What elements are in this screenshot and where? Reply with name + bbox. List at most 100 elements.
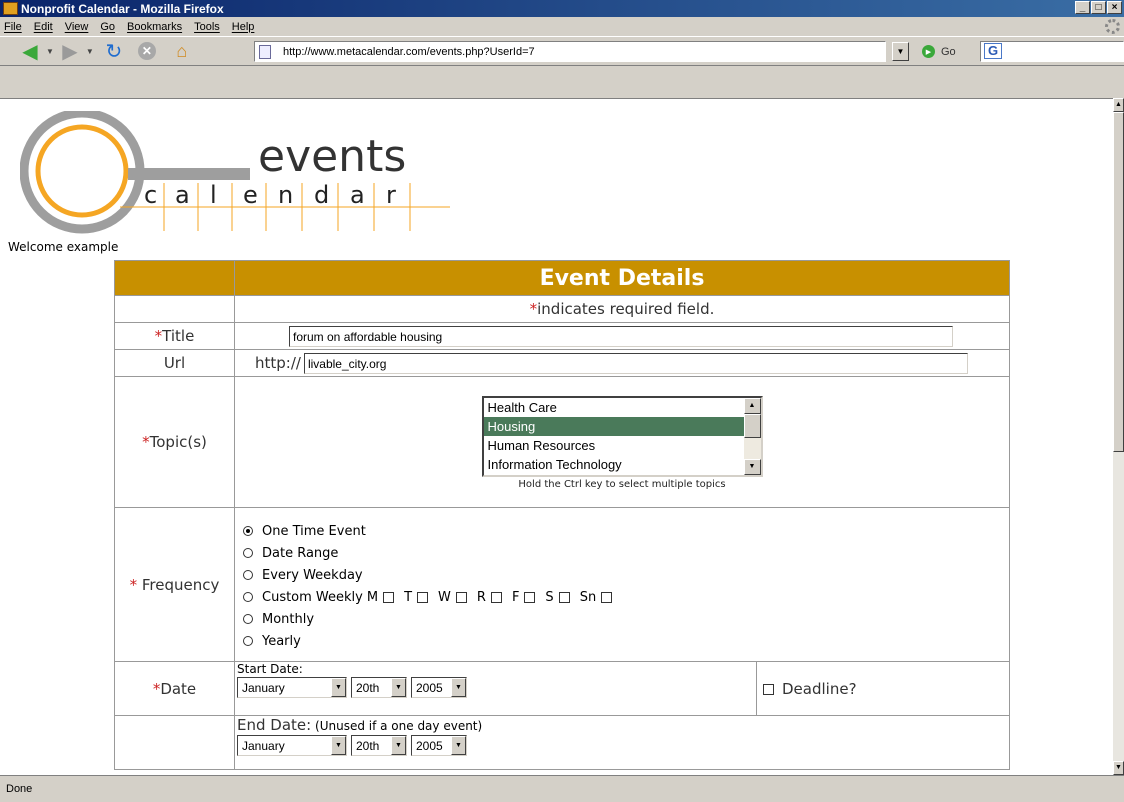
page-icon bbox=[259, 44, 271, 59]
url-prefix: http:// bbox=[255, 354, 301, 372]
menu-help[interactable]: Help bbox=[232, 21, 255, 33]
radio-icon[interactable] bbox=[243, 614, 253, 624]
dropdown-arrow-icon[interactable]: ▼ bbox=[331, 678, 346, 697]
weekday-t-label: T bbox=[404, 589, 413, 605]
radio-icon[interactable] bbox=[243, 592, 253, 602]
topic-option-housing[interactable]: Housing bbox=[483, 417, 761, 436]
end-day-select[interactable]: 20th ▼ bbox=[351, 735, 407, 756]
stop-icon[interactable]: ✕ bbox=[137, 42, 156, 60]
url-input[interactable]: livable_city.org bbox=[303, 352, 968, 374]
required-marker: * bbox=[529, 300, 538, 318]
start-year-select[interactable]: 2005 ▼ bbox=[411, 677, 467, 698]
address-dropdown-icon[interactable]: ▼ bbox=[892, 42, 909, 61]
event-details-form: Event Details *indicates required field.… bbox=[114, 260, 1010, 770]
weekday-f-label: F bbox=[511, 589, 520, 605]
window-title-bar: Nonprofit Calendar - Mozilla Firefox _ □… bbox=[0, 0, 1124, 17]
home-icon[interactable]: ⌂ bbox=[170, 39, 194, 63]
frequency-option-monthly[interactable]: Monthly bbox=[235, 608, 1009, 630]
page-content: events c a l e n d a r Welcome example E… bbox=[0, 98, 1113, 775]
date-label: *Date bbox=[114, 661, 235, 716]
go-label: Go bbox=[941, 45, 956, 58]
weekday-w-label: W bbox=[438, 589, 451, 605]
start-day-select[interactable]: 20th ▼ bbox=[351, 677, 407, 698]
menu-view[interactable]: View bbox=[65, 21, 89, 33]
frequency-option-every-weekday[interactable]: Every Weekday bbox=[235, 564, 1009, 586]
svg-text:c: c bbox=[144, 181, 157, 209]
end-year-select[interactable]: 2005 ▼ bbox=[411, 735, 467, 756]
frequency-option-date-range[interactable]: Date Range bbox=[235, 542, 1009, 564]
blank-cell bbox=[114, 715, 235, 770]
forward-history-dropdown-icon[interactable]: ▼ bbox=[86, 47, 94, 56]
menu-bar: File Edit View Go Bookmarks Tools Help bbox=[0, 17, 1124, 36]
end-month-select[interactable]: January ▼ bbox=[237, 735, 347, 756]
go-button[interactable]: ▶ Go bbox=[922, 45, 956, 58]
firefox-icon bbox=[3, 2, 18, 15]
address-url: http://www.metacalendar.com/events.php?U… bbox=[283, 45, 535, 58]
menu-file[interactable]: File bbox=[4, 21, 22, 33]
page-scroll-up-icon[interactable]: ▲ bbox=[1113, 98, 1124, 112]
menu-bookmarks[interactable]: Bookmarks bbox=[127, 21, 182, 33]
menu-go[interactable]: Go bbox=[100, 21, 115, 33]
topic-option-human-resources[interactable]: Human Resources bbox=[484, 436, 761, 455]
frequency-option-custom-weekly[interactable]: Custom Weekly M T W R F S Sn bbox=[235, 586, 1009, 608]
topic-option-health-care[interactable]: Health Care bbox=[484, 398, 761, 417]
address-bar[interactable]: http://www.metacalendar.com/events.php?U… bbox=[254, 41, 886, 62]
reload-icon[interactable]: ↻ bbox=[102, 39, 126, 63]
weekday-s-checkbox[interactable] bbox=[558, 591, 570, 603]
page-scrollbar[interactable]: ▲ ▼ bbox=[1113, 98, 1124, 775]
scroll-thumb[interactable] bbox=[743, 414, 761, 438]
form-header-title: Event Details bbox=[234, 260, 1010, 296]
radio-icon[interactable] bbox=[243, 570, 253, 580]
weekday-s-label: S bbox=[545, 589, 554, 605]
weekday-f-checkbox[interactable] bbox=[524, 591, 536, 603]
weekday-r-checkbox[interactable] bbox=[490, 591, 502, 603]
start-month-select[interactable]: January ▼ bbox=[237, 677, 347, 698]
search-input[interactable]: G bbox=[980, 41, 1124, 62]
dropdown-arrow-icon[interactable]: ▼ bbox=[331, 736, 346, 755]
weekday-r-label: R bbox=[476, 589, 486, 605]
frequency-option-one-time[interactable]: One Time Event bbox=[235, 520, 1009, 542]
page-scroll-down-icon[interactable]: ▼ bbox=[1113, 761, 1124, 775]
window-controls: _ □ × bbox=[1075, 1, 1122, 14]
radio-icon[interactable] bbox=[243, 636, 253, 646]
radio-icon[interactable] bbox=[243, 526, 253, 536]
svg-text:a: a bbox=[350, 181, 365, 209]
dropdown-arrow-icon[interactable]: ▼ bbox=[451, 678, 466, 697]
menu-edit[interactable]: Edit bbox=[34, 21, 53, 33]
back-history-dropdown-icon[interactable]: ▼ bbox=[46, 47, 54, 56]
dropdown-arrow-icon[interactable]: ▼ bbox=[391, 678, 406, 697]
menu-tools[interactable]: Tools bbox=[194, 21, 220, 33]
scroll-down-icon[interactable]: ▼ bbox=[743, 459, 761, 475]
title-input[interactable]: forum on affordable housing bbox=[289, 325, 953, 347]
close-button[interactable]: × bbox=[1107, 1, 1122, 14]
end-date-note: (Unused if a one day event) bbox=[315, 719, 483, 733]
topics-scrollbar[interactable]: ▲ ▼ bbox=[743, 398, 761, 475]
forward-arrow-icon[interactable]: ▶ bbox=[58, 39, 82, 63]
url-label: Url bbox=[114, 349, 235, 377]
frequency-option-yearly[interactable]: Yearly bbox=[235, 630, 1009, 652]
status-text: Done bbox=[6, 783, 33, 795]
weekday-t-checkbox[interactable] bbox=[417, 591, 429, 603]
welcome-message: Welcome example bbox=[8, 240, 119, 254]
topics-label: *Topic(s) bbox=[114, 376, 235, 508]
weekday-sn-checkbox[interactable] bbox=[601, 591, 613, 603]
minimize-button[interactable]: _ bbox=[1075, 1, 1090, 14]
google-search-icon[interactable]: G bbox=[984, 43, 1002, 59]
topic-option-information-technology[interactable]: Information Technology bbox=[484, 455, 761, 474]
radio-icon[interactable] bbox=[243, 548, 253, 558]
activity-throbber-icon bbox=[1105, 19, 1120, 34]
deadline-checkbox[interactable] bbox=[763, 683, 774, 695]
required-field-note: *indicates required field. bbox=[234, 295, 1010, 323]
dropdown-arrow-icon[interactable]: ▼ bbox=[391, 736, 406, 755]
back-arrow-icon[interactable]: ◀ bbox=[18, 39, 42, 63]
page-scroll-thumb[interactable] bbox=[1113, 112, 1124, 452]
scroll-up-icon[interactable]: ▲ bbox=[743, 398, 761, 414]
topics-listbox[interactable]: Health Care Housing Human Resources Info… bbox=[481, 396, 763, 477]
navigation-toolbar: ◀ ▼ ▶ ▼ ↻ ✕ ⌂ http://www.metacalendar.co… bbox=[0, 36, 1124, 66]
status-bar: Done bbox=[0, 775, 1124, 802]
weekday-m-checkbox[interactable] bbox=[383, 591, 395, 603]
dropdown-arrow-icon[interactable]: ▼ bbox=[451, 736, 466, 755]
weekday-w-checkbox[interactable] bbox=[455, 591, 467, 603]
maximize-button[interactable]: □ bbox=[1091, 1, 1106, 14]
svg-text:n: n bbox=[278, 181, 293, 209]
